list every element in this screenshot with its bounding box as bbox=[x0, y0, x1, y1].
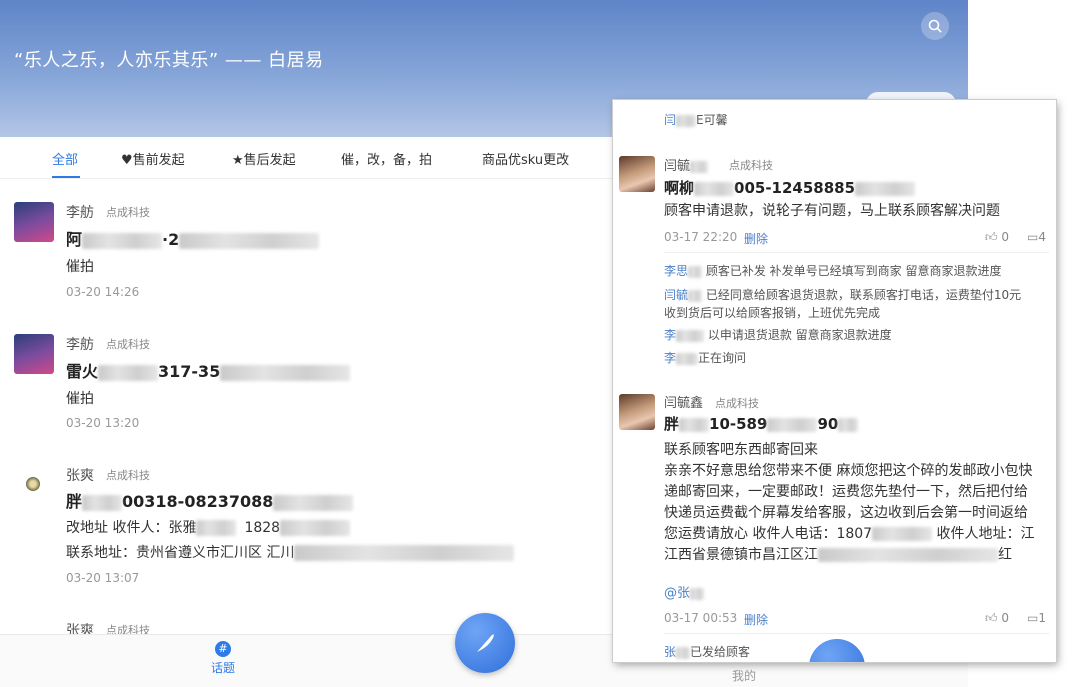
thread-company: 点成科技 bbox=[729, 159, 773, 172]
divider bbox=[664, 633, 1049, 634]
post-body: 催拍 bbox=[66, 391, 94, 407]
feather-icon bbox=[477, 634, 494, 652]
tab-aftersale[interactable]: ★售后发起 bbox=[232, 149, 296, 168]
post-time: 03-20 13:07 bbox=[66, 571, 140, 585]
mention-link[interactable]: @张 bbox=[664, 582, 705, 601]
comment-icon: ▭ bbox=[1027, 230, 1039, 244]
tab-sku-change[interactable]: 商品优sku更改 bbox=[482, 149, 569, 168]
reply-line: 李思 顾客已补发 补发单号已经填写到商家 留意商家退款进度 bbox=[664, 264, 1002, 278]
thread-title: 胖 10-589 90 bbox=[664, 413, 859, 434]
post-time: 03-20 13:20 bbox=[66, 416, 140, 430]
post-body: 联系地址：贵州省遵义市汇川区 汇川 bbox=[66, 542, 515, 562]
search-icon bbox=[928, 19, 942, 33]
post-title: 雷火 317-35 bbox=[66, 358, 351, 382]
divider bbox=[664, 252, 1049, 253]
thread-company: 点成科技 bbox=[715, 397, 759, 410]
post-time: 03-20 14:26 bbox=[66, 285, 140, 299]
tab-all[interactable]: 全部 bbox=[52, 149, 78, 168]
tab-active-indicator bbox=[52, 176, 80, 178]
thread-time: 03-17 00:53 bbox=[664, 611, 738, 625]
compose-button[interactable] bbox=[809, 639, 865, 662]
comment-icon: ▭ bbox=[1027, 611, 1039, 625]
comment-button[interactable]: ▭1 bbox=[1027, 611, 1046, 625]
compose-button[interactable] bbox=[455, 613, 515, 673]
avatar bbox=[14, 334, 54, 374]
delete-link[interactable]: 删除 bbox=[744, 611, 768, 628]
tab-presale[interactable]: ♥售前发起 bbox=[121, 149, 185, 168]
post-company: 点成科技 bbox=[106, 206, 150, 219]
nav-topic-label: 话题 bbox=[210, 661, 235, 675]
post-company: 点成科技 bbox=[106, 338, 150, 351]
post-title: 胖 00318-08237088 bbox=[66, 488, 354, 512]
post-company: 点成科技 bbox=[106, 469, 150, 482]
nav-topic[interactable]: # 话题 bbox=[208, 641, 238, 676]
delete-link[interactable]: 删除 bbox=[744, 230, 768, 247]
post-username: 李舫 bbox=[66, 337, 94, 353]
post-username: 张爽 bbox=[66, 468, 94, 484]
thread-username: 闫毓鑫 bbox=[664, 396, 704, 411]
reply-line: 李 以申请退货退款 留意商家退款进度 bbox=[664, 328, 892, 342]
comment-button[interactable]: ▭4 bbox=[1027, 230, 1046, 244]
banner-quote: “乐人之乐，人亦乐其乐” —— 白居易 bbox=[14, 50, 324, 71]
post-body: 催拍 bbox=[66, 259, 94, 275]
reply-line: 张已发给顾客 bbox=[664, 645, 751, 659]
reply-line: 李正在询问 bbox=[664, 351, 747, 365]
thumbs-up-icon: 👍︎ bbox=[985, 611, 998, 625]
reply-line: 闫毓 已经同意给顾客退货退款，联系顾客打电话，运费垫付10元 bbox=[664, 288, 1022, 302]
thread-body: 联系顾客吧东西邮寄回来 亲亲不好意思给您带来不便 麻烦您把这个碎的发邮政小包快 … bbox=[664, 442, 1035, 563]
nav-mine[interactable]: 我的 bbox=[732, 667, 756, 684]
reply-line: 闫 E可馨 bbox=[664, 113, 728, 127]
topic-icon: # bbox=[215, 641, 231, 657]
tab-urge-edit[interactable]: 催，改，备，拍 bbox=[341, 149, 432, 168]
thread-title: 啊柳 005-12458885 bbox=[664, 177, 916, 198]
thread-username: 闫毓 bbox=[664, 155, 709, 174]
avatar bbox=[619, 156, 655, 192]
thread-popup: 闫 E可馨 闫毓 点成科技 啊柳 005-12458885 顾客申请退款，说轮子有问… bbox=[613, 100, 1056, 662]
thread-time: 03-17 22:20 bbox=[664, 230, 738, 244]
avatar bbox=[14, 202, 54, 242]
thread-body: 顾客申请退款，说轮子有问题，马上联系顾客解决问题 bbox=[664, 203, 1000, 219]
post-body: 改地址 收件人：张雅 1828 bbox=[66, 517, 351, 537]
avatar bbox=[26, 477, 40, 491]
post-username: 李舫 bbox=[66, 205, 94, 221]
search-button[interactable] bbox=[921, 12, 949, 40]
thumbs-up-icon: 👍︎ bbox=[985, 230, 998, 244]
like-button[interactable]: 👍︎ 0 bbox=[985, 230, 1009, 245]
avatar bbox=[619, 394, 655, 430]
like-button[interactable]: 👍︎ 0 bbox=[985, 611, 1009, 626]
post-title: 阿 ·2 bbox=[66, 226, 320, 250]
reply-line: 收到货后可以给顾客报销，上班优先完成 bbox=[664, 306, 881, 320]
